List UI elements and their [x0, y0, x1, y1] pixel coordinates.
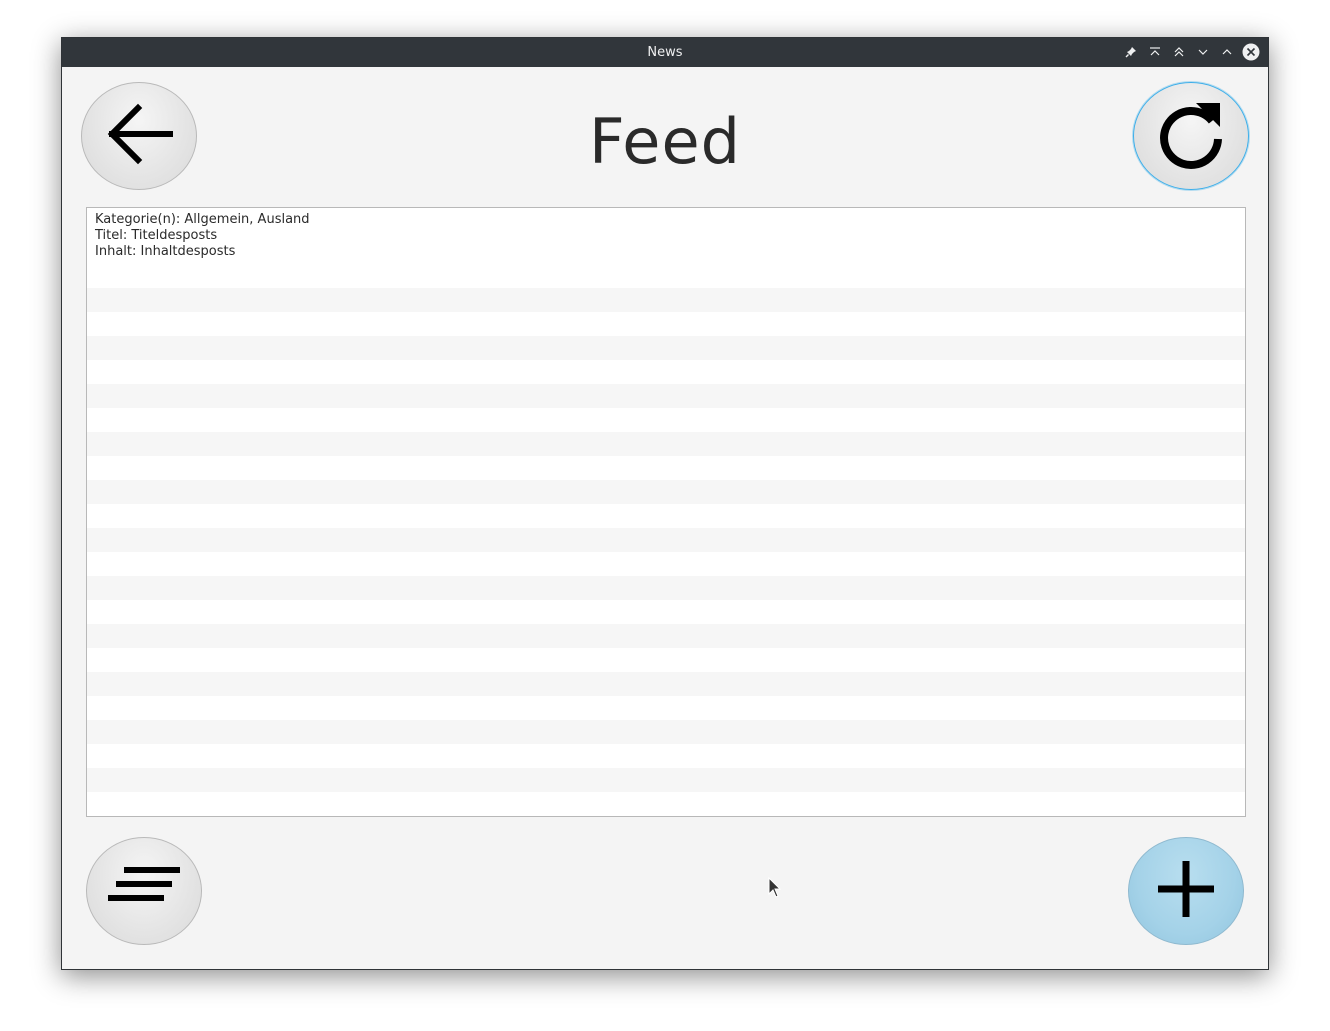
menu-lines-icon: [104, 864, 184, 918]
list-item[interactable]: Kategorie(n): Allgemein, Ausland Titel: …: [87, 208, 1245, 264]
maximize-icon[interactable]: [1219, 44, 1235, 60]
keep-above-icon[interactable]: [1147, 44, 1163, 60]
feed-item-categories: Kategorie(n): Allgemein, Ausland: [95, 212, 310, 227]
refresh-icon: [1154, 97, 1228, 175]
page-title: Feed: [589, 105, 741, 178]
feed-list[interactable]: Kategorie(n): Allgemein, Ausland Titel: …: [86, 207, 1246, 817]
main-content: Feed Kategorie(n): Allgemein, Ausland Ti…: [65, 67, 1265, 966]
feed-item-content: Inhalt: Inhaltdesposts: [95, 244, 236, 259]
refresh-button[interactable]: [1133, 82, 1249, 190]
window-titlebar[interactable]: News: [62, 38, 1268, 67]
mouse-cursor-icon: [768, 876, 782, 903]
keep-below-icon[interactable]: [1171, 44, 1187, 60]
close-icon[interactable]: [1242, 43, 1260, 61]
app-window: News Feed Kategorie(n): Allgemein, Ausla…: [61, 37, 1269, 970]
window-title: News: [647, 45, 683, 60]
add-button[interactable]: [1128, 837, 1244, 945]
feed-item-title: Titel: Titeldesposts: [95, 228, 218, 243]
menu-button[interactable]: [86, 837, 202, 945]
minimize-icon[interactable]: [1195, 44, 1211, 60]
pin-icon[interactable]: [1123, 44, 1139, 60]
plus-icon: [1154, 857, 1218, 925]
